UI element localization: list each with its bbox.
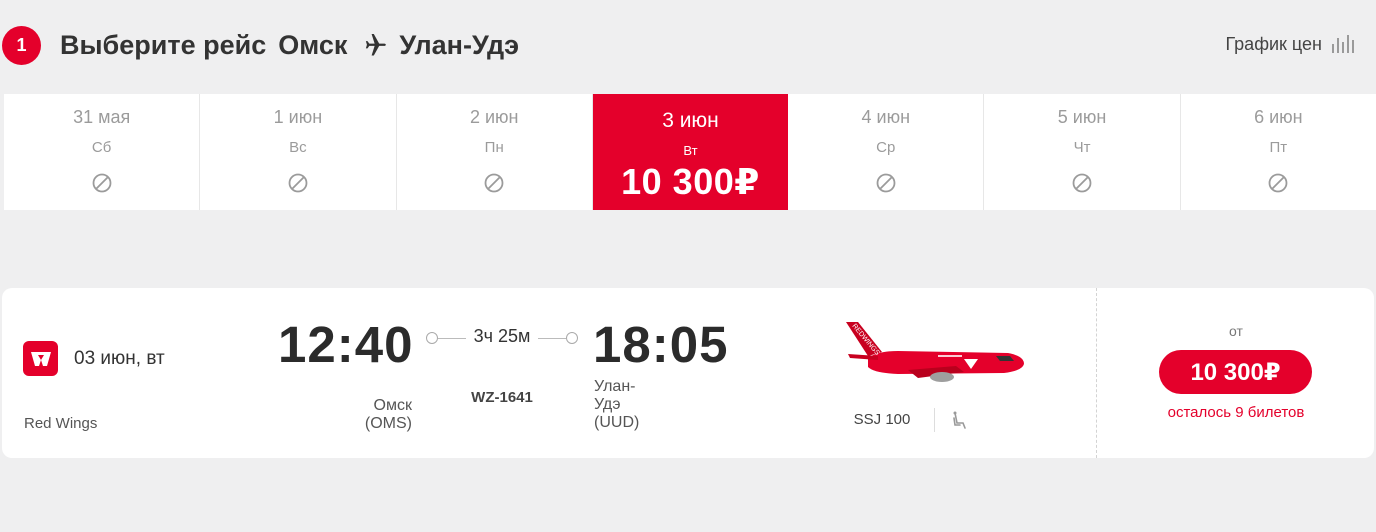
destination-city: Улан-Удэ — [399, 29, 520, 60]
departure-city: Омск (OMS) — [342, 397, 412, 433]
price-chart-label: График цен — [1225, 33, 1322, 54]
card-divider — [1096, 288, 1097, 458]
airline-name: Red Wings — [24, 415, 98, 432]
flight-duration: 3ч 25м — [473, 326, 531, 346]
date-label: 6 июн — [1254, 107, 1303, 127]
weekday-label: Пн — [484, 139, 504, 156]
date-tab-3-jun-selected[interactable]: 3 июн Вт 10 300₽ — [592, 94, 789, 210]
aircraft-image: REDWINGS — [846, 322, 1024, 382]
date-label: 31 мая — [73, 107, 131, 127]
arrival-city-name-1: Улан- — [594, 378, 636, 395]
flight-card[interactable]: 03 июн, вт Red Wings 12:40 Омск (OMS) 3ч… — [2, 288, 1374, 458]
title-prefix: Выберите рейс — [60, 29, 267, 60]
page-header: 1 Выберите рейс Омск Улан-Удэ График цен — [0, 0, 1376, 94]
departure-city-code: (OMS) — [364, 415, 412, 432]
weekday-label: Вс — [289, 139, 307, 156]
flight-date: 03 июн, вт — [74, 348, 165, 369]
origin-city: Омск — [278, 29, 348, 60]
plane-icon — [366, 34, 387, 56]
arrival-city-name-2: Удэ — [594, 396, 621, 413]
weekday-label: Чт — [1073, 139, 1091, 156]
aircraft-type: SSJ 100 — [853, 411, 911, 428]
date-label: 1 июн — [273, 107, 323, 127]
unavailable-icon — [1268, 173, 1288, 193]
weekday-label: Вт — [683, 143, 698, 158]
price-from-label: от — [1229, 323, 1243, 339]
unavailable-icon — [288, 173, 308, 193]
unavailable-icon — [92, 173, 112, 193]
date-tab-5-jun[interactable]: 5 июн Чт — [984, 94, 1181, 210]
arrival-city-code: (UUD) — [594, 414, 640, 431]
price-chart-icon — [1332, 35, 1354, 53]
date-tab-6-jun[interactable]: 6 июн Пт — [1181, 94, 1376, 210]
weekday-label: Пт — [1269, 139, 1288, 156]
date-label: 4 июн — [861, 107, 911, 127]
date-label: 5 июн — [1057, 107, 1107, 127]
date-tab-31-may[interactable]: 31 мая Сб — [4, 94, 201, 210]
arrival-city: Улан- Удэ (UUD) — [594, 378, 664, 432]
step-badge: 1 — [2, 26, 41, 65]
select-price-button[interactable]: 10 300₽ — [1159, 350, 1312, 394]
arrival-time: 18:05 — [593, 316, 729, 373]
red-wings-logo-icon — [23, 341, 58, 376]
price-chart-link[interactable]: График цен — [1225, 32, 1354, 56]
date-label: 2 июн — [469, 107, 519, 127]
date-tab-4-jun[interactable]: 4 июн Ср — [788, 94, 985, 210]
divider — [934, 408, 935, 432]
departure-city-name: Омск — [373, 397, 412, 414]
page-title: Выберите рейс Омск Улан-Удэ — [60, 28, 519, 62]
weekday-label: Сб — [91, 139, 112, 156]
unavailable-icon — [1072, 173, 1092, 193]
flight-number: WZ-1641 — [471, 389, 533, 406]
weekday-label: Ср — [876, 139, 896, 156]
date-price: 10 300₽ — [621, 161, 760, 202]
unavailable-icon — [484, 173, 504, 193]
date-selector: 31 мая Сб 1 июн Вс 2 июн Пн 3 июн Вт 10 … — [4, 94, 1376, 210]
unavailable-icon — [876, 173, 896, 193]
date-label: 3 июн — [662, 109, 719, 132]
date-tab-1-jun[interactable]: 1 июн Вс — [200, 94, 397, 210]
seat-icon — [953, 411, 966, 429]
date-tab-2-jun[interactable]: 2 июн Пн — [397, 94, 593, 210]
departure-time: 12:40 — [278, 316, 414, 373]
seats-left-label: осталось 9 билетов — [1167, 404, 1305, 421]
